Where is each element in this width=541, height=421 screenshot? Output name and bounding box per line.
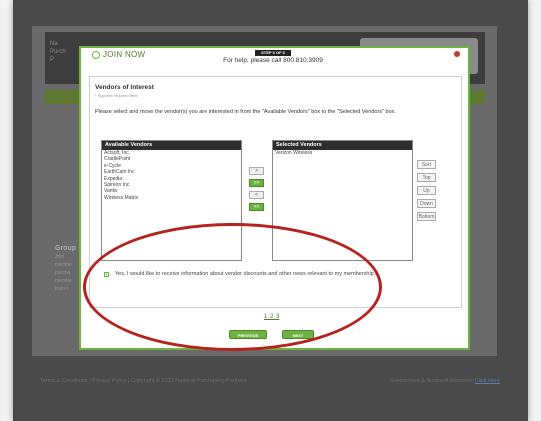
circle-icon — [92, 50, 100, 59]
selected-vendors-header: Selected Vendors — [273, 141, 412, 150]
background-footer: Terms & Conditions | Privacy Policy | Co… — [40, 378, 500, 390]
section-title: Vendors of Interest — [95, 84, 154, 91]
top-button[interactable]: Top — [417, 173, 436, 182]
list-item[interactable]: Verizon Wireless — [273, 150, 412, 156]
highlight-oval-annotation — [83, 223, 382, 351]
footer-right: Government & Nonprofit Members Click Her… — [389, 378, 500, 384]
list-item[interactable]: Wireless Matrix — [102, 195, 241, 201]
sort-button[interactable]: Sort — [417, 160, 436, 169]
required-note: * Signifies required field — [95, 93, 138, 98]
close-icon[interactable] — [454, 51, 460, 57]
bottom-button[interactable]: Bottom — [417, 212, 436, 221]
up-button[interactable]: Up — [417, 186, 436, 195]
footer-right-text: Government & Nonprofit Members — [389, 378, 474, 384]
step-badge: STEP 6 OF 6 — [255, 50, 291, 56]
move-all-right-button[interactable]: >> — [249, 179, 264, 187]
move-left-button[interactable]: < — [249, 191, 264, 199]
side-heading: Group — [55, 245, 76, 252]
move-all-left-button[interactable]: << — [249, 203, 264, 211]
footer-text: Terms & Conditions | Privacy Policy | Co… — [40, 378, 247, 384]
instructions: Please select and move the vendor(s) you… — [95, 109, 396, 115]
available-vendors-header: Available Vendors — [102, 141, 241, 150]
footer-link[interactable]: Click Here — [475, 378, 500, 384]
modal-title-text: JOIN NOW — [103, 50, 146, 59]
move-right-button[interactable]: > — [249, 167, 264, 175]
modal-title: JOIN NOW — [92, 50, 145, 59]
down-button[interactable]: Down — [417, 199, 436, 208]
help-text: For help, please call 800.810.3909 — [223, 57, 323, 64]
